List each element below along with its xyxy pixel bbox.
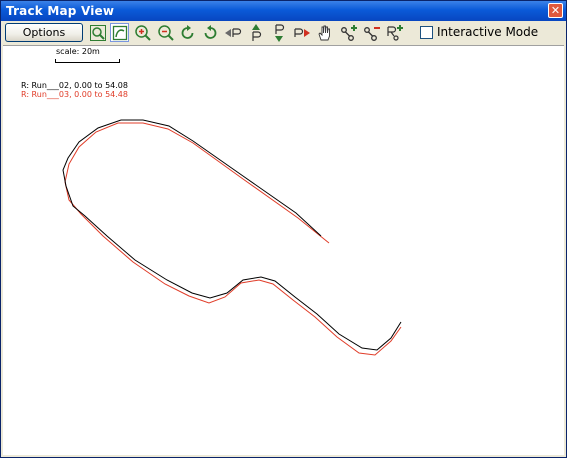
move-down-point-button[interactable] [269, 23, 289, 43]
zoom-fit-icon [90, 25, 106, 41]
pan-button[interactable] [315, 23, 335, 43]
previous-point-button[interactable] [223, 23, 243, 43]
remove-node-icon [364, 27, 380, 41]
rotate-clockwise-icon [181, 25, 194, 39]
add-node-button[interactable] [339, 23, 359, 43]
add-reference-icon [387, 25, 403, 41]
zoom-in-button[interactable] [133, 23, 153, 43]
pan-hand-icon [318, 25, 330, 41]
track-line-run-03 [64, 122, 402, 356]
next-point-button[interactable] [292, 23, 312, 43]
auto-draw-icon [112, 25, 128, 41]
add-reference-button[interactable] [385, 23, 405, 43]
add-node-icon [341, 25, 357, 41]
rotate-clockwise-button[interactable] [178, 23, 198, 43]
close-icon: ✕ [550, 4, 561, 17]
track-map-window: Track Map View ✕ Options Interactive Mod… [0, 0, 567, 458]
move-up-point-button[interactable] [246, 23, 266, 43]
interactive-mode-label: Interactive Mode [437, 25, 539, 39]
zoom-fit-button[interactable] [88, 23, 108, 43]
remove-node-button[interactable] [362, 23, 382, 43]
move-down-point-icon [275, 24, 285, 42]
interactive-mode-checkbox[interactable] [420, 26, 433, 39]
track-map-canvas[interactable]: scale: 20m R: Run___02, 0.00 to 54.08 R:… [3, 45, 564, 455]
close-button[interactable]: ✕ [548, 3, 563, 18]
next-point-icon [294, 28, 310, 37]
auto-draw-button[interactable] [110, 23, 129, 42]
rotate-counterclockwise-button[interactable] [200, 23, 220, 43]
rotate-counterclockwise-icon [204, 25, 217, 39]
options-button[interactable]: Options [5, 23, 83, 42]
toolbar: Options Interactive Mode [1, 21, 566, 44]
move-up-point-icon [252, 24, 262, 41]
track-line-run-02 [62, 119, 402, 351]
window-title: Track Map View [6, 4, 115, 18]
zoom-in-icon [135, 25, 151, 41]
zoom-out-button[interactable] [156, 23, 176, 43]
title-bar[interactable]: Track Map View ✕ [1, 1, 566, 21]
previous-point-icon [225, 28, 242, 37]
zoom-out-icon [158, 25, 174, 41]
track-map-plot [62, 119, 402, 356]
